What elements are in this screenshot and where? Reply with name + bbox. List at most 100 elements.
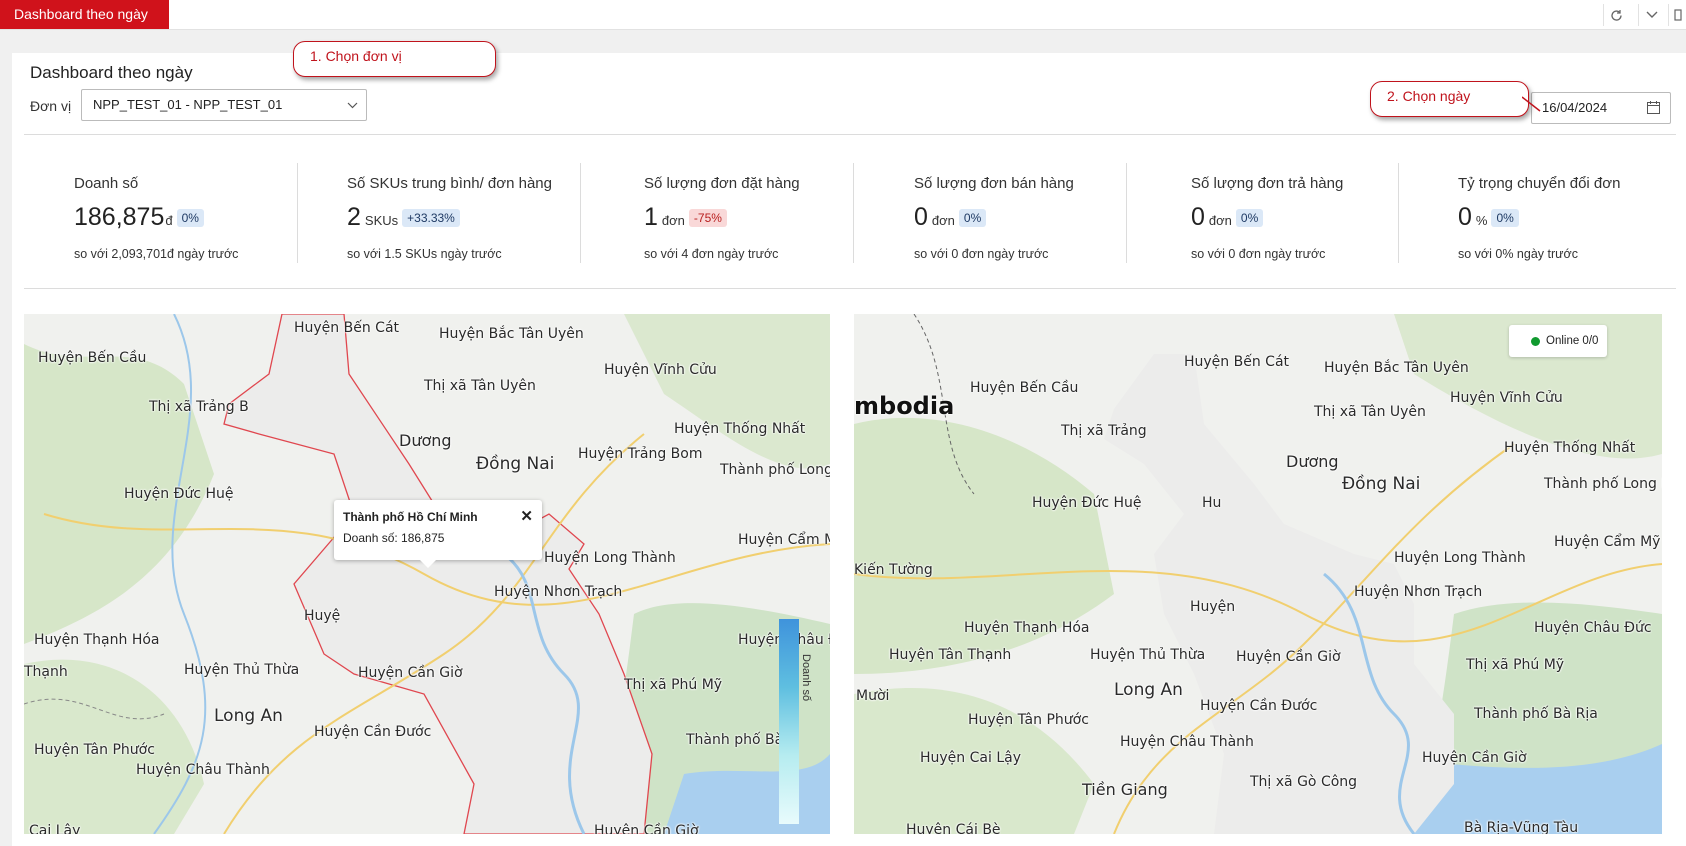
map-label: Huyện Tân Phước xyxy=(34,742,155,758)
kpi-compare: so với 4 đơn ngày trước xyxy=(644,247,779,261)
map-label: Thành phố Bà xyxy=(686,732,784,748)
map-label: Cai Lậy xyxy=(29,823,81,834)
map-label: Huyện Nhơn Trạch xyxy=(1354,584,1483,600)
map-label: Huyện Bắc Tân Uyên xyxy=(439,326,584,342)
kpi-title: Số lượng đơn bán hàng xyxy=(914,175,1074,192)
tab-dashboard-daily[interactable]: Dashboard theo ngày xyxy=(0,0,169,29)
map-label: Dương xyxy=(1286,452,1339,471)
close-icon[interactable]: ✕ xyxy=(520,507,533,525)
map-label: Kiến Tường xyxy=(854,562,933,578)
kpi-unit: đ xyxy=(165,213,173,228)
kpi-change-badge: 0% xyxy=(958,209,987,227)
map-label: Hu xyxy=(1202,495,1222,511)
map-label: Huyệ xyxy=(304,608,341,624)
map-label: Thành phố Long xyxy=(720,462,830,478)
map-label: Huyện Thạnh Hóa xyxy=(34,632,160,648)
kpi-separator xyxy=(1398,163,1399,263)
kpi-separator xyxy=(1126,163,1127,263)
kpi-row: Doanh số 186,875 đ 0% so với 2,093,701đ ng… xyxy=(24,163,1676,273)
refresh-icon[interactable] xyxy=(1603,4,1629,26)
map-label: Huyện Nhơn Trạch xyxy=(494,584,623,600)
map-label: Huyện Thống Nhất xyxy=(1504,440,1636,456)
kpi-title: Số lượng đơn trả hàng xyxy=(1191,175,1344,192)
map-label: Huyện Cái Bè xyxy=(906,822,1001,834)
kpi-compare: so với 0 đơn ngày trước xyxy=(914,247,1049,261)
online-status-box[interactable]: Online 0/0 xyxy=(1509,325,1607,357)
map-label: Huyện Bến Cầu xyxy=(38,350,147,366)
date-picker[interactable]: 16/04/2024 xyxy=(1531,92,1671,124)
map-label: Huyện Tân Phước xyxy=(968,712,1089,728)
kpi-separator xyxy=(853,163,854,263)
map-online[interactable]: Huyện Bến Cát Huyện Bắc Tân Uyên mbodia … xyxy=(854,314,1662,834)
map-label: Huyện Trảng Bom xyxy=(578,446,703,462)
map-label: Huyện Bến Cát xyxy=(294,320,400,336)
map-label: Huyện Long Thành xyxy=(544,550,676,566)
callout-pointer xyxy=(1522,96,1541,112)
kpi-title: Tỷ trọng chuyển đổi đơn xyxy=(1458,175,1621,192)
map-label: Long An xyxy=(1114,680,1183,700)
map-label: Huyện Đức Huệ xyxy=(124,486,234,502)
kpi-title: Số lượng đơn đặt hàng xyxy=(644,175,800,192)
revenue-legend-bar[interactable] xyxy=(779,619,799,824)
map-label: Huyện Vĩnh Cửu xyxy=(1450,390,1563,406)
page-title: Dashboard theo ngày xyxy=(30,63,193,82)
divider xyxy=(24,134,1676,135)
map-label: Đồng Nai xyxy=(476,454,555,474)
kpi-compare: so với 0 đơn ngày trước xyxy=(1191,247,1326,261)
map-label: Huyện Tân Thạnh xyxy=(889,647,1012,663)
kpi-unit: % xyxy=(1475,213,1488,228)
chevron-down-icon xyxy=(347,90,358,120)
map-label: Thành phố Bà Rịa xyxy=(1474,706,1598,722)
kpi-value: 2 xyxy=(347,203,361,231)
map-label: Thạnh xyxy=(24,664,68,680)
map-label: Huyện Cần Đước xyxy=(314,724,432,740)
map-label: Huyện Thủ Thừa xyxy=(184,662,300,678)
kpi-change-badge: -75% xyxy=(688,209,727,227)
kpi-value: 186,875 xyxy=(74,203,165,231)
map-label: Huyện Đức Huệ xyxy=(1032,495,1142,511)
map-label: mbodia xyxy=(854,392,955,420)
date-value: 16/04/2024 xyxy=(1542,100,1608,115)
unit-select[interactable]: NPP_TEST_01 - NPP_TEST_01 xyxy=(81,89,367,121)
map-label: Dương xyxy=(399,431,452,450)
map-label: Huyện Cần Giờ xyxy=(1422,750,1527,766)
kpi-value-row: 0 đơn 0% xyxy=(1191,203,1264,232)
kpi-change-badge: +33.33% xyxy=(402,209,460,227)
map-label: Huyện Long Thành xyxy=(1394,550,1526,566)
chevron-down-icon[interactable] xyxy=(1638,4,1664,26)
kpi-change-badge: 0% xyxy=(1491,209,1519,227)
kpi-value: 1 xyxy=(644,203,658,231)
kpi-value: 0 xyxy=(1458,203,1472,231)
online-status-dot-icon xyxy=(1531,337,1540,346)
kpi-change-badge: 0% xyxy=(1235,209,1264,227)
map-label: Thị xã Trảng B xyxy=(149,399,249,415)
kpi-separator xyxy=(297,163,298,263)
calendar-icon xyxy=(1647,101,1660,114)
map-revenue[interactable]: Huyện Bến Cát Huyện Bắc Tân Uyên Huyện B… xyxy=(24,314,830,834)
menu-icon[interactable] xyxy=(1668,4,1686,26)
map-label: Thị xã Tân Uyên xyxy=(424,378,536,394)
map-label: Huyện Châu Thành xyxy=(1120,734,1254,750)
kpi-value: 0 xyxy=(1191,203,1205,231)
map-label: Thị xã Tân Uyên xyxy=(1314,404,1426,420)
top-tab-bar: Dashboard theo ngày xyxy=(0,0,1686,30)
map-label: Huyện Châu Đức xyxy=(1534,620,1652,636)
kpi-title: Số SKUs trung bình/ đơn hàng xyxy=(347,175,552,192)
map-label: Thị xã Phú Mỹ xyxy=(1466,657,1565,673)
kpi-compare: so với 1.5 SKUs ngày trước xyxy=(347,247,502,261)
popup-region-name: Thành phố Hồ Chí Minh xyxy=(343,510,478,524)
map-label: Huyện Cẩm M xyxy=(738,532,830,548)
map-label: Huyện Cần Giờ xyxy=(594,823,699,834)
region-popup: Thành phố Hồ Chí Minh Doanh số: 186,875 … xyxy=(334,500,542,568)
map-label: Huyện Bến Cát xyxy=(1184,354,1290,370)
kpi-title: Doanh số xyxy=(74,175,139,192)
map-label: Thị xã Gò Công xyxy=(1250,774,1358,790)
kpi-value-row: 186,875 đ 0% xyxy=(74,203,204,232)
kpi-unit: đơn xyxy=(931,213,955,228)
kpi-compare: so với 0% ngày trước xyxy=(1458,247,1578,261)
map-label: Long An xyxy=(214,706,283,726)
map-label: Tiền Giang xyxy=(1082,780,1168,799)
map-label: Huyện Cẩm Mỹ xyxy=(1554,534,1661,550)
kpi-unit: đơn xyxy=(1208,213,1232,228)
divider xyxy=(24,288,1676,289)
